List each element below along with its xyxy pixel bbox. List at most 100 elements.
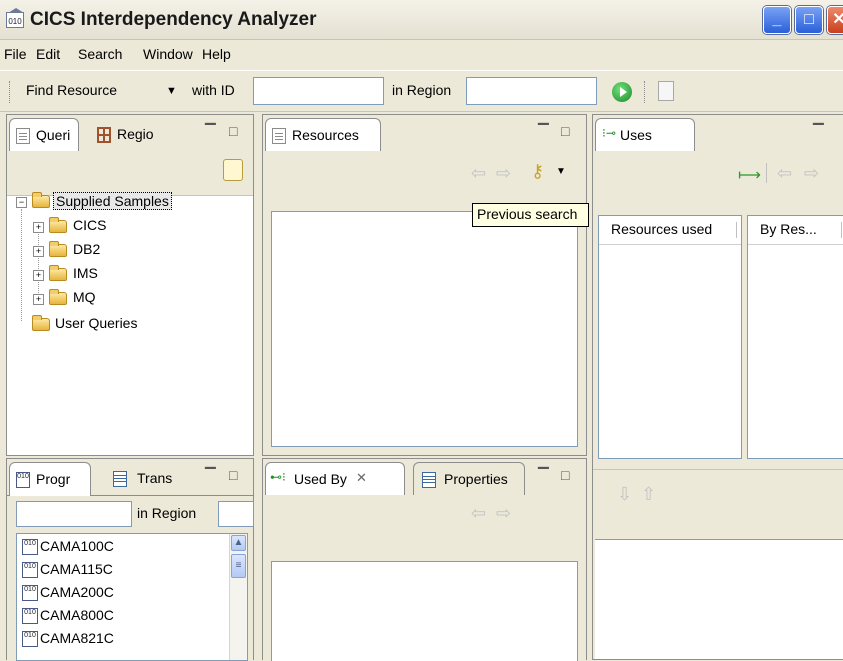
minimize-view-icon[interactable]: ▔ <box>538 467 557 484</box>
used-by-view-toolbar: ⇦ ⇨ <box>263 495 586 539</box>
forward-arrow-icon[interactable]: ⇨ <box>496 163 511 184</box>
in-region-label: in Region <box>392 82 452 98</box>
programs-panel: 010 Progr Trans ▔ □ in Region 010 CAMA10… <box>6 458 254 661</box>
binary-icon: 010 <box>22 631 38 647</box>
collapse-icon[interactable]: − <box>16 197 27 208</box>
menu-bar: File Edit Search Window Help <box>0 41 843 69</box>
resources-view-toolbar: ⇦ ⇨ ⚷ ▼ <box>263 151 586 195</box>
tree-node-mq[interactable]: + MQ <box>13 288 203 310</box>
menu-window[interactable]: Window <box>143 46 193 62</box>
expand-icon[interactable]: + <box>33 294 44 305</box>
program-list[interactable]: 010 CAMA100C 010 CAMA115C 010 CAMA200C 0… <box>16 533 248 661</box>
programs-tabstrip: 010 Progr Trans ▔ □ <box>7 459 253 496</box>
tab-programs[interactable]: 010 Progr <box>9 462 91 496</box>
list-item[interactable]: 010 CAMA200C <box>22 582 222 604</box>
tab-resources[interactable]: Resources <box>265 118 381 152</box>
link-arrow-icon[interactable]: ⟼ <box>738 165 761 185</box>
tab-queries[interactable]: Queri <box>9 118 79 152</box>
document-icon[interactable] <box>658 81 674 101</box>
tab-regions[interactable]: Regio <box>87 118 187 151</box>
with-id-input[interactable] <box>253 77 384 105</box>
chevron-down-icon[interactable]: ▼ <box>556 166 566 177</box>
in-region-input[interactable] <box>466 77 597 105</box>
tab-label: Used By <box>294 471 347 487</box>
folder-icon <box>49 241 67 257</box>
close-icon[interactable]: ✕ <box>356 470 367 486</box>
binary-icon: 010 <box>22 539 38 555</box>
tooltip: Previous search <box>472 203 589 227</box>
maximize-button[interactable]: □ <box>795 6 823 34</box>
expand-icon[interactable]: + <box>33 222 44 233</box>
column-header-resources-used[interactable]: Resources used <box>599 216 741 245</box>
by-resource-table[interactable]: By Res... <box>747 215 843 459</box>
tree-node-user-queries[interactable]: User Queries <box>13 314 203 336</box>
expand-icon[interactable]: + <box>33 270 44 281</box>
column-header-label: By Res... <box>760 221 817 237</box>
forward-arrow-icon[interactable]: ⇨ <box>804 163 819 184</box>
find-resource-dropdown-label[interactable]: Find Resource <box>26 82 117 98</box>
document-icon <box>272 128 286 144</box>
uses-panel: ⁝⊸ Uses ▔ ⟼ ⇦ ⇨ Resources used By Res...… <box>592 114 843 660</box>
close-button[interactable]: ✕ <box>827 6 843 34</box>
forward-arrow-icon[interactable]: ⇨ <box>496 503 511 524</box>
column-header-by-resource[interactable]: By Res... <box>748 216 843 245</box>
table-icon <box>113 471 127 487</box>
tab-uses[interactable]: ⁝⊸ Uses <box>595 118 695 152</box>
list-item[interactable]: 010 CAMA800C <box>22 605 222 627</box>
menu-search[interactable]: Search <box>78 46 122 62</box>
folder-icon <box>49 265 67 281</box>
menu-help[interactable]: Help <box>202 46 231 62</box>
down-arrow-icon[interactable]: ⇩ <box>617 484 632 505</box>
minimize-view-icon[interactable]: ▔ <box>813 123 832 140</box>
tree-node-label: Supplied Samples <box>53 192 172 210</box>
list-item[interactable]: 010 CAMA821C <box>22 628 222 650</box>
expand-icon[interactable]: + <box>33 246 44 257</box>
maximize-view-icon[interactable]: □ <box>561 467 577 483</box>
maximize-view-icon[interactable]: □ <box>561 123 577 139</box>
used-by-list[interactable] <box>271 561 578 661</box>
binary-icon: 010 <box>16 472 30 488</box>
tree-node-label: CICS <box>73 217 107 233</box>
minimize-button[interactable]: _ <box>763 6 791 34</box>
tree-node-supplied-samples[interactable]: − Supplied Samples <box>13 191 203 213</box>
tab-label: Uses <box>620 127 652 143</box>
minimize-view-icon[interactable]: ▔ <box>205 467 224 484</box>
maximize-view-icon[interactable]: □ <box>229 467 245 483</box>
uses-detail-area[interactable] <box>595 539 843 659</box>
tab-label: Queri <box>36 127 71 143</box>
maximize-view-icon[interactable]: □ <box>229 123 245 139</box>
tab-properties[interactable]: Properties <box>413 462 525 495</box>
resources-used-table[interactable]: Resources used <box>598 215 742 459</box>
menu-file[interactable]: File <box>4 46 27 62</box>
scroll-thumb[interactable]: ≡ <box>231 554 246 578</box>
tab-used-by[interactable]: ⊷⁝ Used By ✕ <box>265 462 405 496</box>
vertical-scrollbar[interactable]: ▲ ≡ <box>229 534 247 660</box>
tree-node-ims[interactable]: + IMS <box>13 264 203 286</box>
menu-edit[interactable]: Edit <box>36 46 60 62</box>
tab-label: Progr <box>36 471 71 487</box>
resources-list[interactable] <box>271 211 578 447</box>
resources-panel: Resources ▔ □ ⇦ ⇨ ⚷ ▼ <box>262 114 587 456</box>
run-search-icon[interactable] <box>612 82 632 102</box>
list-item[interactable]: 010 CAMA100C <box>22 536 222 558</box>
tab-label: Resources <box>292 127 359 143</box>
list-item-label: CAMA200C <box>40 584 114 600</box>
tab-transactions[interactable]: Trans <box>99 462 195 495</box>
back-arrow-icon[interactable]: ⇦ <box>471 503 486 524</box>
list-item[interactable]: 010 CAMA115C <box>22 559 222 581</box>
minimize-view-icon[interactable]: ▔ <box>538 123 557 140</box>
chevron-down-icon[interactable]: ▼ <box>166 85 177 97</box>
program-region-input[interactable] <box>218 501 254 527</box>
up-arrow-icon[interactable]: ⇧ <box>641 484 656 505</box>
history-search-icon[interactable]: ⚷ <box>531 161 551 183</box>
tree-node-cics[interactable]: + CICS <box>13 216 203 238</box>
back-arrow-icon[interactable]: ⇦ <box>471 163 486 184</box>
toolbar-grip <box>644 81 647 103</box>
minimize-view-icon[interactable]: ▔ <box>205 123 224 140</box>
toolbar-grip[interactable] <box>9 81 12 103</box>
scroll-up-icon[interactable]: ▲ <box>231 535 246 551</box>
refresh-icon[interactable] <box>223 159 243 181</box>
back-arrow-icon[interactable]: ⇦ <box>777 163 792 184</box>
program-filter-input[interactable] <box>16 501 132 527</box>
tree-node-db2[interactable]: + DB2 <box>13 240 203 262</box>
